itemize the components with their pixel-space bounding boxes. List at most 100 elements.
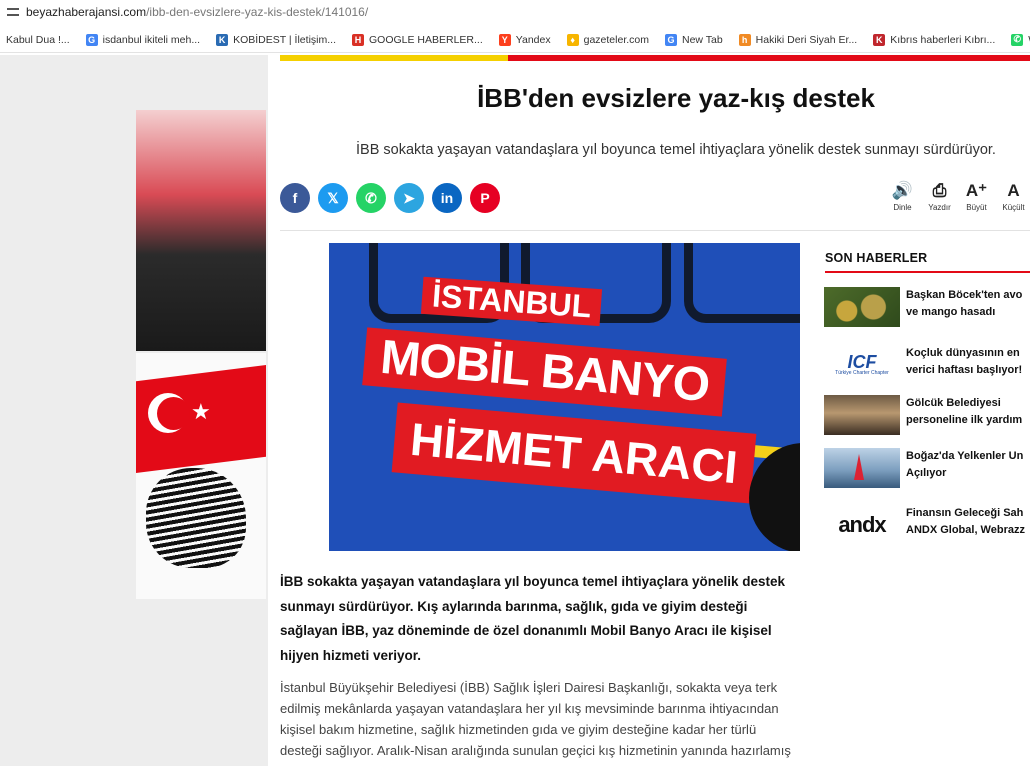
article-body: İstanbul Büyükşehir Belediyesi (İBB) Sağ… [280, 680, 791, 758]
news-headline-line: Başkan Böcek'ten avo [906, 289, 1023, 301]
news-headline-line: Finansın Geleceği Sah [906, 507, 1024, 519]
bus-window [684, 243, 800, 323]
news-thumbnail [824, 287, 900, 327]
bookmark-item[interactable]: K KOBİDEST | İletişim... [216, 33, 336, 46]
x-icon: 𝕏 [327, 189, 339, 206]
news-headline-line: Boğaz'da Yelkenler Un [906, 450, 1024, 462]
decrease-font-label: Küçült [1002, 203, 1025, 212]
bookmark-label: Hakiki Deri Siyah Er... [755, 33, 858, 46]
bus-wheel [749, 443, 800, 551]
news-headline-line: Gölcük Belediyesi [906, 397, 1001, 409]
andx-logo: andx [838, 512, 886, 537]
article-tools: 🔊 Dinle ⎙ Yazdır A⁺ Büyüt A Küçült [884, 179, 1030, 212]
article-content: İBB'den evsizlere yaz-kış destek İBB sok… [268, 55, 1030, 766]
bookmark-item[interactable]: H GOOGLE HABERLER... [351, 33, 483, 46]
news-thumbnail [824, 395, 900, 435]
whatsapp-icon: ✆ [365, 189, 377, 206]
pinterest-share-button[interactable]: P [470, 183, 500, 213]
bookmark-item[interactable]: G New Tab [665, 33, 723, 46]
kibris-icon: K [873, 33, 886, 46]
bookmark-label: GOOGLE HABERLER... [368, 33, 483, 46]
facebook-share-button[interactable]: f [280, 183, 310, 213]
google-icon: G [665, 33, 677, 46]
pin-icon: ♦ [566, 33, 579, 46]
whatsapp-share-button[interactable]: ✆ [356, 183, 386, 213]
bookmark-item[interactable]: ♦ gazeteler.com [566, 33, 649, 46]
news-thumbnail: andx [824, 505, 900, 545]
linkedin-icon: in [440, 190, 454, 206]
bookmark-item[interactable]: Kabul Dua !... [6, 34, 70, 46]
bookmark-label: New Tab [682, 33, 723, 46]
sidebar-title-underline [825, 271, 1030, 273]
whatsapp-icon: ✆ [1011, 33, 1024, 46]
news-headline: Finansın Geleceği Sah ANDX Global, Webraz… [906, 505, 1025, 545]
h-icon: H [351, 33, 364, 46]
increase-font-icon: A⁺ [965, 181, 988, 200]
listen-button[interactable]: 🔊 Dinle [884, 179, 921, 212]
sidebar-title: SON HABERLER [825, 251, 928, 265]
article-subtitle: İBB sokakta yaşayan vatandaşlara yıl boy… [356, 142, 996, 158]
telegram-share-button[interactable]: ➤ [394, 183, 424, 213]
news-headline: Gölcük Belediyesi personeline ilk yardım [906, 395, 1022, 435]
bookmark-label: gazeteler.com [583, 33, 649, 46]
bookmark-item[interactable]: h Hakiki Deri Siyah Er... [738, 33, 858, 46]
listen-label: Dinle [893, 203, 912, 212]
news-item[interactable]: Gölcük Belediyesi personeline ilk yardım [824, 395, 1030, 435]
decrease-font-button[interactable]: A Küçült [995, 179, 1030, 212]
bookmark-label: KOBİDEST | İletişim... [233, 33, 336, 46]
linkedin-share-button[interactable]: in [432, 183, 462, 213]
bookmark-item[interactable]: K Kıbrıs haberleri Kıbrı... [873, 33, 996, 46]
news-headline: Koçluk dünyasının en verici haftası başlı… [906, 345, 1022, 385]
decrease-font-icon: A [1007, 181, 1020, 200]
share-buttons: f 𝕏 ✆ ➤ in P [280, 183, 508, 213]
photo-text-hizmet-araci: HİZMET ARACI [391, 402, 757, 504]
news-headline-line: verici haftası başlıyor! [906, 364, 1023, 376]
news-thumbnail: ICF Türkiye Charter Chapter [824, 345, 900, 385]
listen-icon: 🔊 [891, 181, 914, 200]
kobidest-icon: K [216, 33, 229, 46]
article-photo[interactable]: İSTANBUL MOBİL BANYO HİZMET ARACI [329, 243, 800, 551]
site-settings-icon[interactable] [6, 5, 20, 19]
url-domain: beyazhaberajansi.com [26, 4, 147, 19]
news-headline-line: Açılıyor [906, 467, 947, 479]
bookmark-item[interactable]: Y Yandex [498, 33, 551, 46]
ataturk-portrait-banner[interactable] [136, 110, 266, 351]
url-path: /ibb-den-evsizlere-yaz-kis-destek/141016… [146, 4, 369, 19]
facebook-icon: f [292, 190, 298, 206]
address-bar[interactable]: beyazhaberajansi.com/ibb-den-evsizlere-y… [0, 0, 1030, 23]
news-item[interactable]: Boğaz'da Yelkenler Un Açılıyor [824, 448, 1030, 488]
page: ★ İBB'den evsizlere yaz-kış destek İBB s… [0, 55, 1030, 766]
news-item[interactable]: Başkan Böcek'ten avo ve mango hasadı [824, 287, 1030, 327]
telegram-icon: ➤ [403, 189, 415, 206]
ataturk-silhouette [146, 468, 246, 568]
bookmark-label: isdanbul ikiteli meh... [102, 33, 201, 46]
news-headline-line: Koçluk dünyasının en [906, 347, 1020, 359]
bookmark-label: Yandex [515, 33, 551, 46]
print-button[interactable]: ⎙ Yazdır [921, 179, 958, 212]
icf-logo: ICF [847, 352, 877, 372]
news-headline-line: ANDX Global, Webrazz [906, 524, 1025, 536]
news-headline-line: ve mango hasadı [906, 306, 996, 318]
yandex-icon: Y [498, 33, 511, 46]
bookmarks-bar: Kabul Dua !... Gisdanbul ikiteli meh... K K… [0, 27, 1030, 53]
news-headline: Başkan Böcek'ten avo ve mango hasadı [906, 287, 1022, 327]
increase-font-button[interactable]: A⁺ Büyüt [958, 179, 995, 212]
divider [280, 230, 1030, 231]
icf-caption: Türkiye Charter Chapter [835, 370, 889, 376]
news-item[interactable]: andx Finansın Geleceği Sah ANDX Global, We… [824, 505, 1030, 545]
print-label: Yazdır [928, 203, 951, 212]
header-banner-strip [280, 55, 1030, 61]
bookmark-item[interactable]: Gisdanbul ikiteli meh... [85, 33, 201, 46]
shop-icon: h [738, 33, 751, 46]
article-lead: İBB sokakta yaşayan vatandaşlara yıl boy… [280, 574, 785, 663]
increase-font-label: Büyüt [966, 203, 987, 212]
news-item[interactable]: ICF Türkiye Charter Chapter Koçluk dünyası… [824, 345, 1030, 385]
x-share-button[interactable]: 𝕏 [318, 183, 348, 213]
bookmark-label: Kıbrıs haberleri Kıbrı... [890, 33, 996, 46]
bookmark-item[interactable]: ✆WhatsApp [1011, 33, 1030, 46]
ataturk-flag-banner[interactable]: ★ [136, 353, 266, 599]
pinterest-icon: P [480, 190, 490, 206]
news-thumbnail [824, 448, 900, 488]
bookmark-label: Kabul Dua !... [6, 33, 70, 46]
star-icon: ★ [191, 399, 211, 424]
